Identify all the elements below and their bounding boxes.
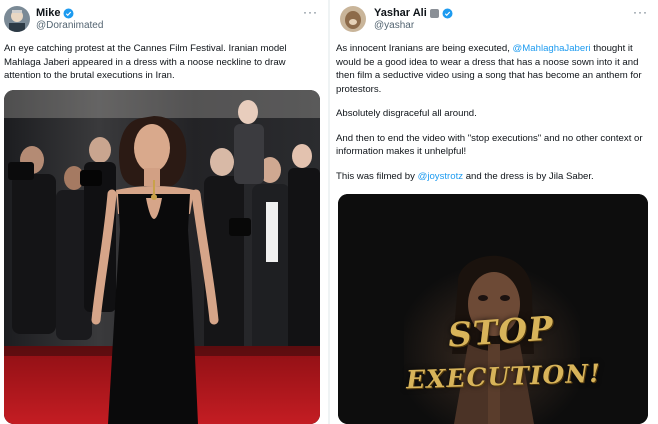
paragraph: As innocent Iranians are being executed,… <box>336 43 642 95</box>
paragraph: This was filmed by @joystrotz and the dr… <box>336 170 594 182</box>
tweet-text: As innocent Iranians are being executed,… <box>336 42 656 194</box>
avatar[interactable] <box>4 6 30 32</box>
more-options-icon[interactable]: ··· <box>303 6 318 18</box>
verified-badge-icon <box>63 8 74 19</box>
tweet-photo[interactable] <box>4 90 320 424</box>
video-caption-stop: STOP <box>446 308 556 355</box>
tweet-mike[interactable]: Mike @Doranimated ··· An eye catching pr… <box>0 0 328 424</box>
mention-link[interactable]: @MahlaghaJaberi <box>513 43 591 54</box>
paragraph: And then to end the video with "stop exe… <box>336 132 643 158</box>
author-block: Mike @Doranimated <box>36 7 103 32</box>
avatar[interactable] <box>340 6 366 32</box>
verified-badge-icon <box>442 8 453 19</box>
cannes-red-carpet-photo <box>4 90 320 424</box>
handle[interactable]: @Doranimated <box>36 20 103 32</box>
paragraph: Absolutely disgraceful all around. <box>336 108 477 119</box>
tweet-header: Mike @Doranimated ··· <box>4 6 322 36</box>
more-options-icon[interactable]: ··· <box>633 6 648 18</box>
tweet-header: Yashar Ali @yashar ··· <box>334 6 652 36</box>
tweet-yashar[interactable]: Yashar Ali @yashar ··· As innocent Irani… <box>330 0 658 424</box>
affiliate-badge-icon <box>429 9 439 18</box>
tweet-video[interactable]: STOP EXECUTION! <box>338 194 648 424</box>
display-name[interactable]: Mike <box>36 7 60 20</box>
handle[interactable]: @yashar <box>374 20 453 32</box>
mention-link[interactable]: @joystrotz <box>418 171 463 182</box>
tweet-text: An eye catching protest at the Cannes Fi… <box>4 43 287 81</box>
display-name[interactable]: Yashar Ali <box>374 7 427 20</box>
author-block: Yashar Ali @yashar <box>374 7 453 32</box>
